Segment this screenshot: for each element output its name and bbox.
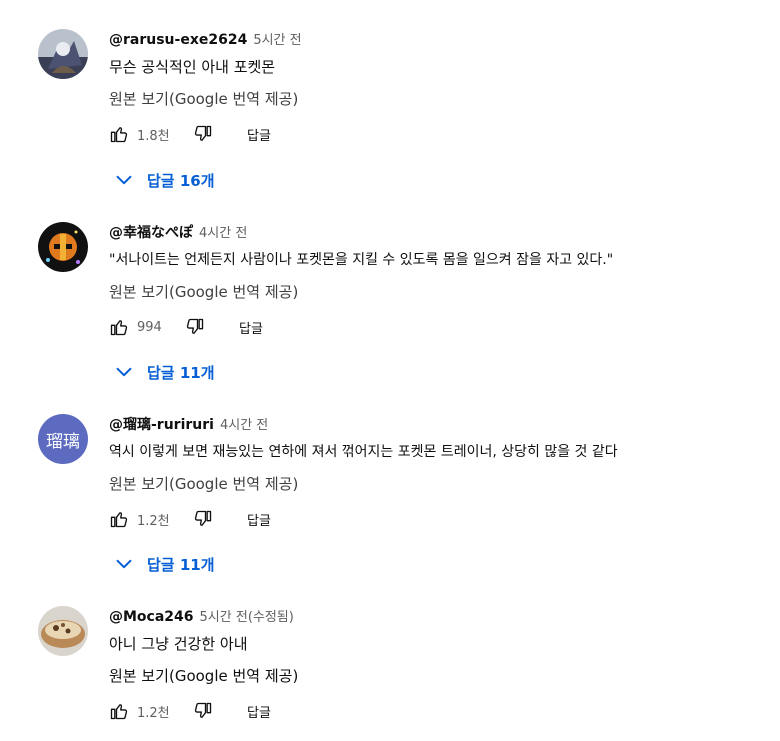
like-button[interactable]: 994 xyxy=(109,316,162,338)
thumb-down-icon xyxy=(194,702,212,718)
like-count: 1.8천 xyxy=(137,128,170,144)
comment-author[interactable]: @Moca246 xyxy=(109,609,194,625)
comment-text: 역시 이렇게 보면 재능있는 연하에 져서 꺾어지는 포켓몬 트레이너, 상당히… xyxy=(109,444,618,460)
like-button[interactable]: 1.2천 xyxy=(109,700,170,722)
view-replies-button[interactable]: 답글 16개 xyxy=(109,168,215,192)
comment-author[interactable]: @瑠璃-ruriruri xyxy=(109,414,214,434)
comment-time[interactable]: 5시간 전(수정됨) xyxy=(200,606,294,625)
chevron-down-icon xyxy=(116,367,132,377)
view-replies-button[interactable]: 답글 11개 xyxy=(109,360,215,384)
comment-actions: 1.8천 답글 xyxy=(109,123,760,145)
comment-time[interactable]: 5시간 전 xyxy=(253,29,301,48)
thumb-up-icon xyxy=(110,320,128,336)
comment-text: 아니 그냥 건강한 아내 xyxy=(109,635,248,653)
avatar-initials: 瑠璃 xyxy=(46,431,80,452)
comment-author[interactable]: @幸福なぺぽ xyxy=(109,222,193,242)
thumb-down-icon xyxy=(186,318,204,334)
thumb-down-icon xyxy=(194,125,212,141)
reply-button[interactable]: 답글 xyxy=(247,123,271,145)
dislike-button[interactable] xyxy=(193,508,213,530)
avatar[interactable]: 瑠璃 xyxy=(38,414,88,464)
avatar[interactable] xyxy=(38,606,88,656)
comment-author[interactable]: @rarusu-exe2624 xyxy=(109,32,247,48)
comment-text: "서나이트는 언제든지 사람이나 포켓몬을 지킬 수 있도록 몸을 일으켜 잠을… xyxy=(109,252,614,268)
thumb-up-icon xyxy=(110,704,128,720)
thumb-down-icon xyxy=(194,510,212,526)
comment-time[interactable]: 4시간 전 xyxy=(199,222,247,241)
like-button[interactable]: 1.8천 xyxy=(109,123,170,145)
show-original-link[interactable]: 원본 보기(Google 번역 제공) xyxy=(109,666,760,686)
reply-button[interactable]: 답글 xyxy=(247,700,271,722)
reply-button[interactable]: 답글 xyxy=(239,316,263,338)
comment-body: @幸福なぺぽ 4시간 전 "서나이트는 언제든지 사람이나 포켓몬을 지킬 수 … xyxy=(109,222,760,338)
comment-time[interactable]: 4시간 전 xyxy=(220,414,268,433)
comment-actions: 1.2천 답글 xyxy=(109,700,760,722)
replies-label: 답글 11개 xyxy=(147,363,215,382)
comment-text: 무슨 공식적인 아내 포켓몬 xyxy=(109,58,276,76)
replies-label: 답글 16개 xyxy=(147,171,215,190)
reply-button[interactable]: 답글 xyxy=(247,508,271,530)
comment-body: @rarusu-exe2624 5시간 전 무슨 공식적인 아내 포켓몬 원본 … xyxy=(109,29,760,145)
view-replies-button[interactable]: 답글 11개 xyxy=(109,552,215,576)
comment-body: @瑠璃-ruriruri 4시간 전 역시 이렇게 보면 재능있는 연하에 져서… xyxy=(109,414,760,530)
chevron-down-icon xyxy=(116,175,132,185)
dislike-button[interactable] xyxy=(185,316,205,338)
comment-actions: 1.2천 답글 xyxy=(109,508,760,530)
avatar[interactable] xyxy=(38,222,88,272)
show-original-link[interactable]: 원본 보기(Google 번역 제공) xyxy=(109,282,760,302)
like-count: 1.2천 xyxy=(137,705,170,721)
dislike-button[interactable] xyxy=(193,123,213,145)
avatar[interactable] xyxy=(38,29,88,79)
thumb-up-icon xyxy=(110,127,128,143)
show-original-link[interactable]: 원본 보기(Google 번역 제공) xyxy=(109,89,760,109)
replies-label: 답글 11개 xyxy=(147,555,215,574)
chevron-down-icon xyxy=(116,559,132,569)
thumb-up-icon xyxy=(110,512,128,528)
dislike-button[interactable] xyxy=(193,700,213,722)
like-count: 994 xyxy=(137,319,162,335)
like-count: 1.2천 xyxy=(137,513,170,529)
comment-body: @Moca246 5시간 전(수정됨) 아니 그냥 건강한 아내 원본 보기(G… xyxy=(109,606,760,722)
like-button[interactable]: 1.2천 xyxy=(109,508,170,530)
show-original-link[interactable]: 원본 보기(Google 번역 제공) xyxy=(109,474,760,494)
comment-actions: 994 답글 xyxy=(109,316,760,338)
